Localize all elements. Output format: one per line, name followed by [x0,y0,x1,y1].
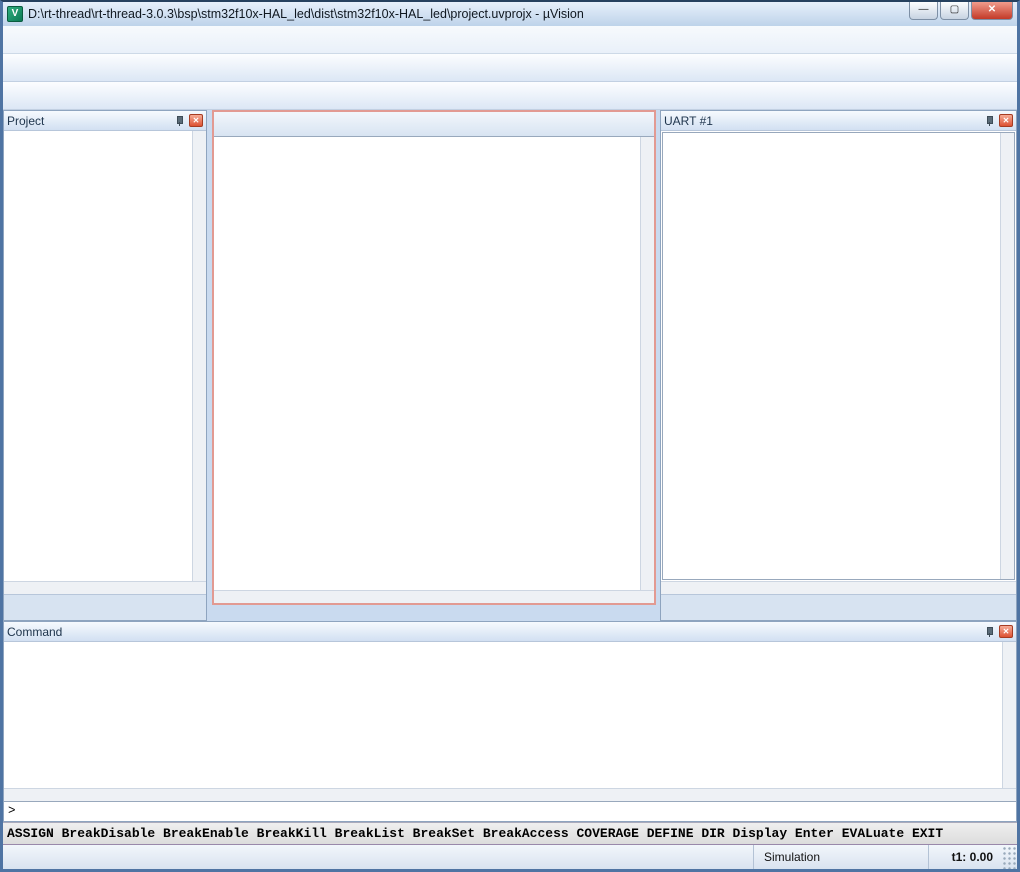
debug-toolbar [3,82,1017,110]
editor-horizontal-scrollbar[interactable] [214,590,654,603]
uart-panel: UART #1 ✕ [660,110,1017,621]
uart-terminal[interactable] [663,133,1000,579]
status-time: t1: 0.00 [929,845,1001,869]
project-panel-header: Project ✕ [4,111,206,131]
title-bar: V D:\rt-thread\rt-thread-3.0.3\bsp\stm32… [3,2,1017,26]
editor-tab-bar [214,112,654,137]
status-spacer [3,845,754,869]
project-tree [4,131,192,581]
editor-vertical-scrollbar[interactable] [640,137,654,590]
command-panel-title: Command [7,625,985,639]
editor-window [212,110,656,605]
window-title: D:\rt-thread\rt-thread-3.0.3\bsp\stm32f1… [28,7,907,21]
close-icon[interactable]: ✕ [189,114,203,127]
command-panel-header: Command ✕ [4,622,1016,642]
status-bar: Simulation t1: 0.00 [3,845,1017,869]
close-button[interactable]: ✕ [971,2,1013,20]
command-horizontal-scrollbar[interactable] [4,788,1016,801]
status-mode: Simulation [754,845,929,869]
uart-vertical-scrollbar[interactable] [1000,133,1014,579]
project-panel-title: Project [7,114,175,128]
uart-panel-title: UART #1 [664,114,985,128]
minimize-button[interactable]: — [909,2,938,20]
project-vertical-scrollbar[interactable] [192,131,206,581]
command-output[interactable] [4,642,1002,788]
command-panel: Command ✕ > [3,621,1017,822]
project-horizontal-scrollbar[interactable] [4,581,206,594]
uvision-logo-icon: V [7,6,23,22]
resize-grip[interactable] [1001,845,1017,869]
close-icon[interactable]: ✕ [999,625,1013,638]
menu-bar [3,26,1017,54]
maximize-button[interactable]: ▢ [940,2,969,20]
command-vertical-scrollbar[interactable] [1002,642,1016,788]
project-panel-tabs [4,594,206,620]
application-window: V D:\rt-thread\rt-thread-3.0.3\bsp\stm32… [0,0,1020,872]
project-panel: Project ✕ [3,110,207,621]
close-icon[interactable]: ✕ [999,114,1013,127]
pin-icon[interactable] [985,116,994,126]
command-help-bar: ASSIGN BreakDisable BreakEnable BreakKil… [3,822,1017,845]
debug-view-tabs [661,594,1016,620]
main-toolbar [3,54,1017,82]
pin-icon[interactable] [175,116,184,126]
code-editor[interactable] [214,137,640,590]
pin-icon[interactable] [985,627,994,637]
command-input[interactable]: > [4,801,1016,821]
uart-horizontal-scrollbar[interactable] [661,581,1016,594]
uart-panel-header: UART #1 ✕ [661,111,1016,131]
